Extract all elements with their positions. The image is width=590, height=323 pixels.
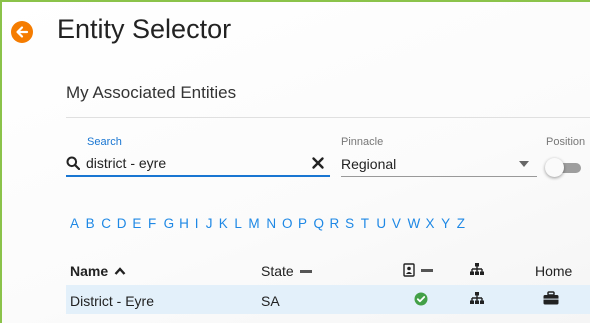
position-toggle[interactable]: [545, 157, 581, 177]
briefcase-icon[interactable]: [543, 291, 559, 305]
arrow-left-icon: [16, 26, 29, 38]
sort-ascending-icon: [114, 267, 126, 275]
letter-l[interactable]: L: [234, 216, 248, 231]
column-home-label: Home: [535, 263, 573, 279]
letter-q[interactable]: Q: [314, 216, 330, 231]
letter-n[interactable]: N: [266, 216, 282, 231]
letter-c[interactable]: C: [101, 216, 117, 231]
letter-t[interactable]: T: [361, 216, 377, 231]
row-state: SA: [261, 293, 280, 309]
letter-m[interactable]: M: [248, 216, 266, 231]
app-frame: Entity Selector My Associated Entities S…: [0, 0, 590, 323]
pinnacle-label: Pinnacle: [341, 136, 384, 148]
id-badge-icon: [403, 263, 415, 277]
column-name-label: Name: [70, 263, 109, 279]
letter-f[interactable]: F: [148, 216, 164, 231]
sitemap-icon: [470, 263, 484, 275]
letter-x[interactable]: X: [426, 216, 442, 231]
letter-h[interactable]: H: [179, 216, 195, 231]
letter-d[interactable]: D: [117, 216, 133, 231]
search-icon: [66, 156, 80, 170]
letter-y[interactable]: Y: [441, 216, 457, 231]
letter-s[interactable]: S: [345, 216, 361, 231]
column-header-hierarchy[interactable]: [470, 263, 484, 276]
letter-k[interactable]: K: [219, 216, 235, 231]
sort-none-icon: [299, 269, 312, 273]
chevron-down-icon: [519, 160, 529, 167]
letter-g[interactable]: G: [164, 216, 180, 231]
letter-v[interactable]: V: [392, 216, 408, 231]
search-label: Search: [87, 136, 122, 148]
pinnacle-select[interactable]: Regional: [341, 151, 537, 177]
check-circle-icon: [414, 292, 428, 306]
pinnacle-value: Regional: [341, 155, 397, 172]
letter-e[interactable]: E: [132, 216, 148, 231]
column-state-label: State: [261, 263, 294, 279]
letter-p[interactable]: P: [298, 216, 314, 231]
column-header-home[interactable]: Home: [535, 263, 572, 279]
section-title: My Associated Entities: [66, 83, 237, 102]
letter-j[interactable]: J: [206, 216, 219, 231]
letter-o[interactable]: O: [282, 216, 298, 231]
clear-icon[interactable]: [310, 155, 326, 171]
sitemap-icon[interactable]: [470, 292, 484, 305]
letter-w[interactable]: W: [408, 216, 426, 231]
alphabet-filter: A B C D E F G H I J K L M N O P Q R S T …: [70, 216, 472, 231]
row-name: District - Eyre: [70, 293, 154, 309]
column-header-name[interactable]: Name: [70, 263, 126, 279]
letter-z[interactable]: Z: [457, 216, 473, 231]
section-divider: [66, 117, 590, 118]
column-header-state[interactable]: State: [261, 263, 312, 279]
toggle-thumb: [545, 158, 564, 177]
letter-u[interactable]: U: [376, 216, 392, 231]
search-field[interactable]: [66, 151, 330, 177]
letter-i[interactable]: I: [195, 216, 206, 231]
letter-r[interactable]: R: [330, 216, 346, 231]
letter-a[interactable]: A: [70, 216, 86, 231]
position-label: Position: [546, 136, 586, 148]
back-button[interactable]: [11, 21, 33, 43]
sort-none-icon: [421, 268, 433, 272]
search-input[interactable]: [86, 152, 310, 174]
column-header-badge[interactable]: [403, 263, 433, 277]
letter-b[interactable]: B: [86, 216, 102, 231]
page-title: Entity Selector: [57, 14, 232, 44]
